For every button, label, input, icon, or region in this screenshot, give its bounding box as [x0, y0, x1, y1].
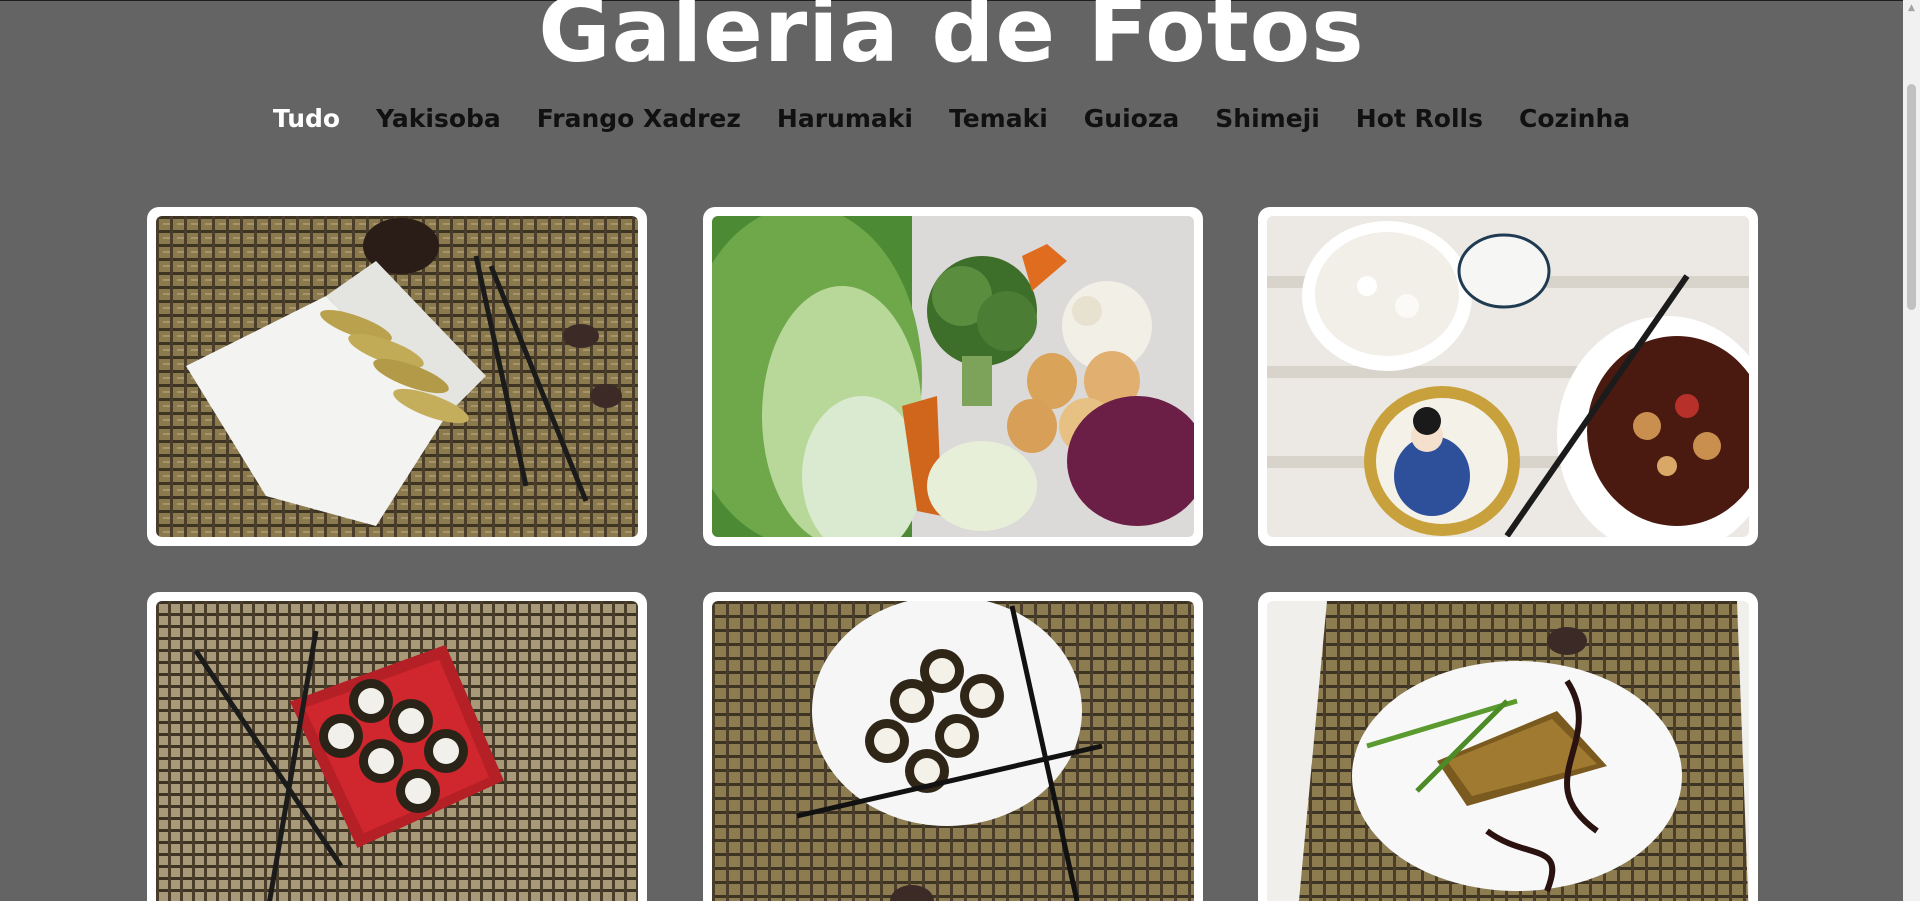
scroll-up-arrow-icon[interactable]: ▲: [1903, 0, 1920, 17]
category-filter-nav: Tudo Yakisoba Frango Xadrez Harumaki Tem…: [0, 104, 1903, 133]
vegetables-photo-image: [712, 216, 1194, 537]
photo-vegetables: [712, 216, 1194, 537]
filter-guioza[interactable]: Guioza: [1084, 104, 1179, 133]
gallery-card-harumaki[interactable]: [1258, 592, 1758, 901]
gallery-card-guioza[interactable]: [147, 207, 647, 546]
filter-shimeji[interactable]: Shimeji: [1215, 104, 1320, 133]
filter-harumaki[interactable]: Harumaki: [777, 104, 913, 133]
gallery-card-hot-rolls-2[interactable]: [703, 592, 1203, 901]
frango-xadrez-photo-image: [1267, 216, 1749, 537]
gallery-card-frango-xadrez[interactable]: [1258, 207, 1758, 546]
gallery-card-hot-rolls-1[interactable]: [147, 592, 647, 901]
gallery-card-cozinha[interactable]: [703, 207, 1203, 546]
photo-hot-rolls-white-plate: [712, 601, 1194, 901]
filter-temaki[interactable]: Temaki: [949, 104, 1048, 133]
photo-harumaki: [1267, 601, 1749, 901]
photo-guioza: [156, 216, 638, 537]
page: Galeria de Fotos Tudo Yakisoba Frango Xa…: [0, 0, 1903, 901]
hot-rolls-red-plate-photo-image: [156, 601, 638, 901]
photo-hot-rolls-red-plate: [156, 601, 638, 901]
photo-frango-xadrez: [1267, 216, 1749, 537]
hot-rolls-white-plate-photo-image: [712, 601, 1194, 901]
vertical-scrollbar[interactable]: ▲: [1903, 0, 1920, 901]
scrollbar-thumb[interactable]: [1907, 84, 1916, 310]
guioza-photo-image: [156, 216, 638, 537]
filter-hot-rolls[interactable]: Hot Rolls: [1356, 104, 1483, 133]
page-title: Galeria de Fotos: [538, 0, 1365, 82]
filter-yakisoba[interactable]: Yakisoba: [376, 104, 501, 133]
filter-frango-xadrez[interactable]: Frango Xadrez: [537, 104, 741, 133]
harumaki-photo-image: [1267, 601, 1749, 901]
filter-cozinha[interactable]: Cozinha: [1519, 104, 1630, 133]
filter-tudo[interactable]: Tudo: [273, 104, 340, 133]
